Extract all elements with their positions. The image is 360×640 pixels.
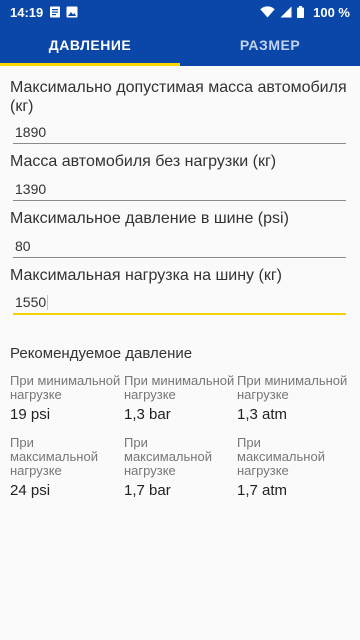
result-max-psi: При максимальной нагрузке 24 psi bbox=[10, 435, 102, 500]
recommended-title: Рекомендуемое давление bbox=[10, 345, 193, 362]
empty-mass-value: 1390 bbox=[15, 180, 47, 197]
result-caption: При максимальной нагрузке bbox=[237, 435, 325, 478]
status-time: 14:19 bbox=[10, 4, 44, 20]
result-caption: При минимальной нагрузке bbox=[237, 373, 348, 402]
max-mass-input[interactable]: 1890 bbox=[13, 120, 346, 144]
result-value: 1,3 atm bbox=[237, 406, 288, 423]
status-bar: 14:19 100 % bbox=[0, 0, 360, 24]
tab-size-label: РАЗМЕР bbox=[239, 37, 301, 53]
result-value: 1,7 atm bbox=[237, 482, 288, 499]
result-caption: При минимальной нагрузке bbox=[124, 373, 235, 402]
text-caret bbox=[47, 294, 49, 310]
status-right: 100 % bbox=[260, 5, 350, 20]
empty-mass-label: Масса автомобиля без нагрузки (кг) bbox=[10, 153, 277, 170]
wifi-icon bbox=[260, 6, 275, 18]
result-min-atm: При минимальной нагрузке 1,3 atm bbox=[237, 373, 353, 424]
result-value: 1,7 bar bbox=[124, 482, 171, 499]
result-min-psi: При минимальной нагрузке 19 psi bbox=[10, 373, 126, 424]
result-max-atm: При максимальной нагрузке 1,7 atm bbox=[237, 435, 329, 500]
result-min-bar: При минимальной нагрузке 1,3 bar bbox=[124, 373, 240, 424]
max-mass-value: 1890 bbox=[15, 123, 47, 140]
max-load-label: Максимальная нагрузка на шину (кг) bbox=[10, 267, 282, 284]
tab-size[interactable]: РАЗМЕР bbox=[180, 24, 360, 66]
result-caption: При максимальной нагрузке bbox=[10, 435, 98, 478]
max-pressure-input[interactable]: 80 bbox=[13, 234, 346, 258]
battery-percent: 100 % bbox=[313, 4, 350, 20]
result-value: 24 psi bbox=[10, 482, 51, 499]
result-caption: При максимальной нагрузке bbox=[124, 435, 212, 478]
signal-icon bbox=[280, 6, 292, 18]
max-load-input[interactable]: 1550 bbox=[13, 291, 346, 315]
max-pressure-label: Максимальное давление в шине (psi) bbox=[10, 210, 289, 227]
empty-mass-input[interactable]: 1390 bbox=[13, 177, 346, 201]
max-mass-label: Максимально допустимая масса автомобиля … bbox=[10, 79, 347, 115]
notification-doc-icon bbox=[49, 6, 61, 18]
battery-icon bbox=[297, 6, 305, 18]
result-max-bar: При максимальной нагрузке 1,7 bar bbox=[124, 435, 216, 500]
result-value: 19 psi bbox=[10, 406, 51, 423]
image-icon bbox=[66, 6, 78, 18]
max-load-value: 1550 bbox=[15, 294, 47, 310]
tab-pressure[interactable]: ДАВЛЕНИЕ bbox=[0, 24, 180, 66]
result-caption: При минимальной нагрузке bbox=[10, 373, 121, 402]
result-value: 1,3 bar bbox=[124, 406, 171, 423]
max-pressure-value: 80 bbox=[15, 237, 31, 254]
tab-pressure-label: ДАВЛЕНИЕ bbox=[48, 37, 132, 53]
tab-bar: ДАВЛЕНИЕ РАЗМЕР bbox=[0, 24, 360, 66]
pressure-form: Максимально допустимая масса автомобиля … bbox=[0, 66, 360, 640]
app-bar: 14:19 100 % ДАВЛЕНИЕ РАЗМЕР bbox=[0, 0, 360, 66]
